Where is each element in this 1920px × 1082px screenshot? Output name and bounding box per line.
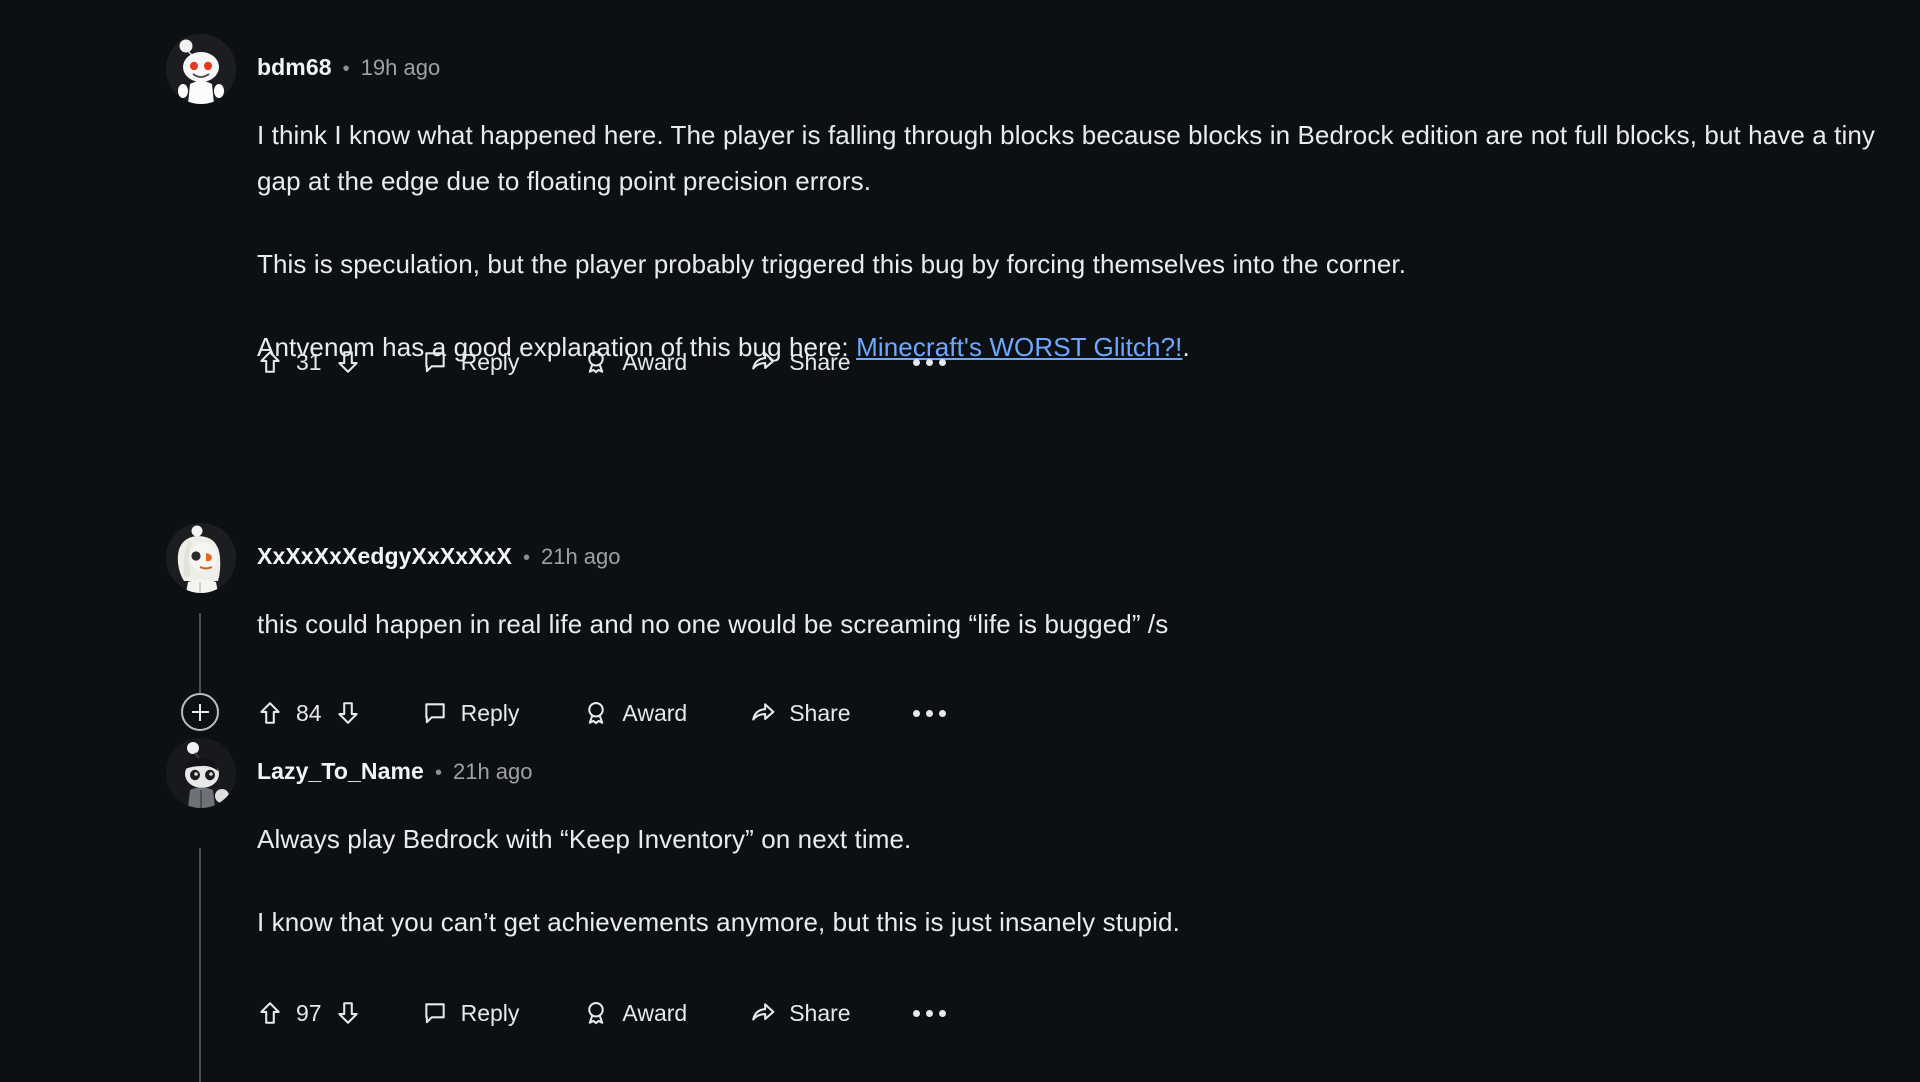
comment-body: this could happen in real life and no on… [257, 601, 1897, 647]
comments-page: bdm68 • 19h ago I think I know what happ… [0, 0, 1920, 1082]
more-options-button[interactable] [912, 1009, 946, 1017]
share-button[interactable]: Share [750, 348, 851, 376]
comment-header: bdm68 • 19h ago [0, 34, 1920, 108]
vote-count: 31 [296, 348, 322, 375]
share-label: Share [789, 699, 851, 726]
comment-author[interactable]: Lazy_To_Name [257, 758, 424, 785]
downvote-icon[interactable] [335, 349, 361, 375]
comment-thread-item: XxXxXxXedgyXxXxXxX • 21h ago this could … [0, 523, 1920, 731]
comment-byline: bdm68 • 19h ago [257, 54, 440, 81]
award-label: Award [622, 348, 688, 375]
more-options-button[interactable] [912, 358, 946, 366]
share-label: Share [789, 348, 851, 375]
vote-group: 84 [257, 700, 361, 727]
byline-separator: • [342, 58, 350, 80]
avatar[interactable] [166, 738, 236, 808]
ellipsis-icon [912, 1009, 946, 1017]
comment-paragraph: this could happen in real life and no on… [257, 609, 1169, 639]
ellipsis-icon [912, 358, 946, 366]
comment-paragraph: I think I know what happened here. The p… [257, 120, 1875, 196]
expand-thread-button[interactable] [181, 693, 219, 731]
comment-body: Always play Bedrock with “Keep Inventory… [257, 816, 1897, 945]
upvote-icon[interactable] [257, 1000, 283, 1026]
share-label: Share [789, 999, 851, 1026]
paragraph-text-after-link: . [1182, 332, 1190, 362]
comment-bubble-icon [422, 349, 448, 375]
comment-body: I think I know what happened here. The p… [257, 112, 1897, 370]
white-haired-snoo-avatar-icon [166, 523, 236, 593]
comment-bubble-icon [422, 700, 448, 726]
byline-separator: • [522, 547, 530, 569]
comment-thread-item: bdm68 • 19h ago I think I know what happ… [0, 34, 1920, 375]
award-button[interactable]: Award [583, 1000, 687, 1027]
reply-label: Reply [460, 348, 520, 375]
ellipsis-icon [912, 709, 946, 717]
downvote-icon[interactable] [335, 1000, 361, 1026]
vote-group: 97 [257, 1000, 361, 1027]
share-arrow-icon [750, 1000, 776, 1026]
comment-header: Lazy_To_Name • 21h ago [0, 738, 1920, 812]
reply-label: Reply [460, 999, 520, 1026]
award-button[interactable]: Award [583, 349, 687, 376]
comment-action-bar: 84 Reply Award Share [257, 691, 946, 735]
vote-count: 97 [296, 999, 322, 1026]
vote-count: 84 [296, 699, 322, 726]
comment-byline: Lazy_To_Name • 21h ago [257, 758, 533, 785]
upvote-icon[interactable] [257, 349, 283, 375]
award-rosette-icon [583, 1000, 609, 1026]
share-arrow-icon [750, 700, 776, 726]
byline-separator: • [434, 762, 442, 784]
upvote-icon[interactable] [257, 700, 283, 726]
default-snoo-avatar-icon [166, 34, 236, 104]
comment-timestamp: 21h ago [452, 759, 533, 784]
award-label: Award [622, 999, 688, 1026]
comment-author[interactable]: bdm68 [257, 54, 332, 81]
award-label: Award [622, 699, 688, 726]
more-options-button[interactable] [912, 709, 946, 717]
downvote-icon[interactable] [335, 700, 361, 726]
thread-collapse-line[interactable] [199, 613, 201, 693]
comment-paragraph: Always play Bedrock with “Keep Inventory… [257, 824, 912, 854]
comment-action-bar: 97 Reply Award Share [257, 991, 946, 1035]
comment-paragraph: This is speculation, but the player prob… [257, 249, 1407, 279]
share-arrow-icon [750, 349, 776, 375]
award-rosette-icon [583, 349, 609, 375]
reply-label: Reply [460, 699, 520, 726]
comment-thread-item: Lazy_To_Name • 21h ago Always play Bedro… [0, 738, 1920, 1082]
award-rosette-icon [583, 700, 609, 726]
comment-action-bar: 31 Reply Award Share [257, 340, 946, 384]
thread-collapse-line[interactable] [199, 848, 201, 1082]
avatar[interactable] [166, 523, 236, 593]
vote-group: 31 [257, 349, 361, 376]
comment-header: XxXxXxXedgyXxXxXxX • 21h ago [0, 523, 1920, 597]
reply-button[interactable]: Reply [422, 999, 520, 1027]
reply-button[interactable]: Reply [422, 348, 520, 376]
share-button[interactable]: Share [750, 699, 851, 727]
comment-byline: XxXxXxXedgyXxXxXxX • 21h ago [257, 543, 621, 570]
comment-bubble-icon [422, 1000, 448, 1026]
comment-timestamp: 19h ago [360, 55, 441, 80]
comment-paragraph: I know that you can’t get achievements a… [257, 907, 1180, 937]
comment-author[interactable]: XxXxXxXedgyXxXxXxX [257, 543, 512, 570]
share-button[interactable]: Share [750, 999, 851, 1027]
comment-timestamp: 21h ago [540, 544, 621, 569]
dark-snoo-avatar-icon [166, 738, 236, 808]
avatar[interactable] [166, 34, 236, 104]
reply-button[interactable]: Reply [422, 699, 520, 727]
award-button[interactable]: Award [583, 700, 687, 727]
